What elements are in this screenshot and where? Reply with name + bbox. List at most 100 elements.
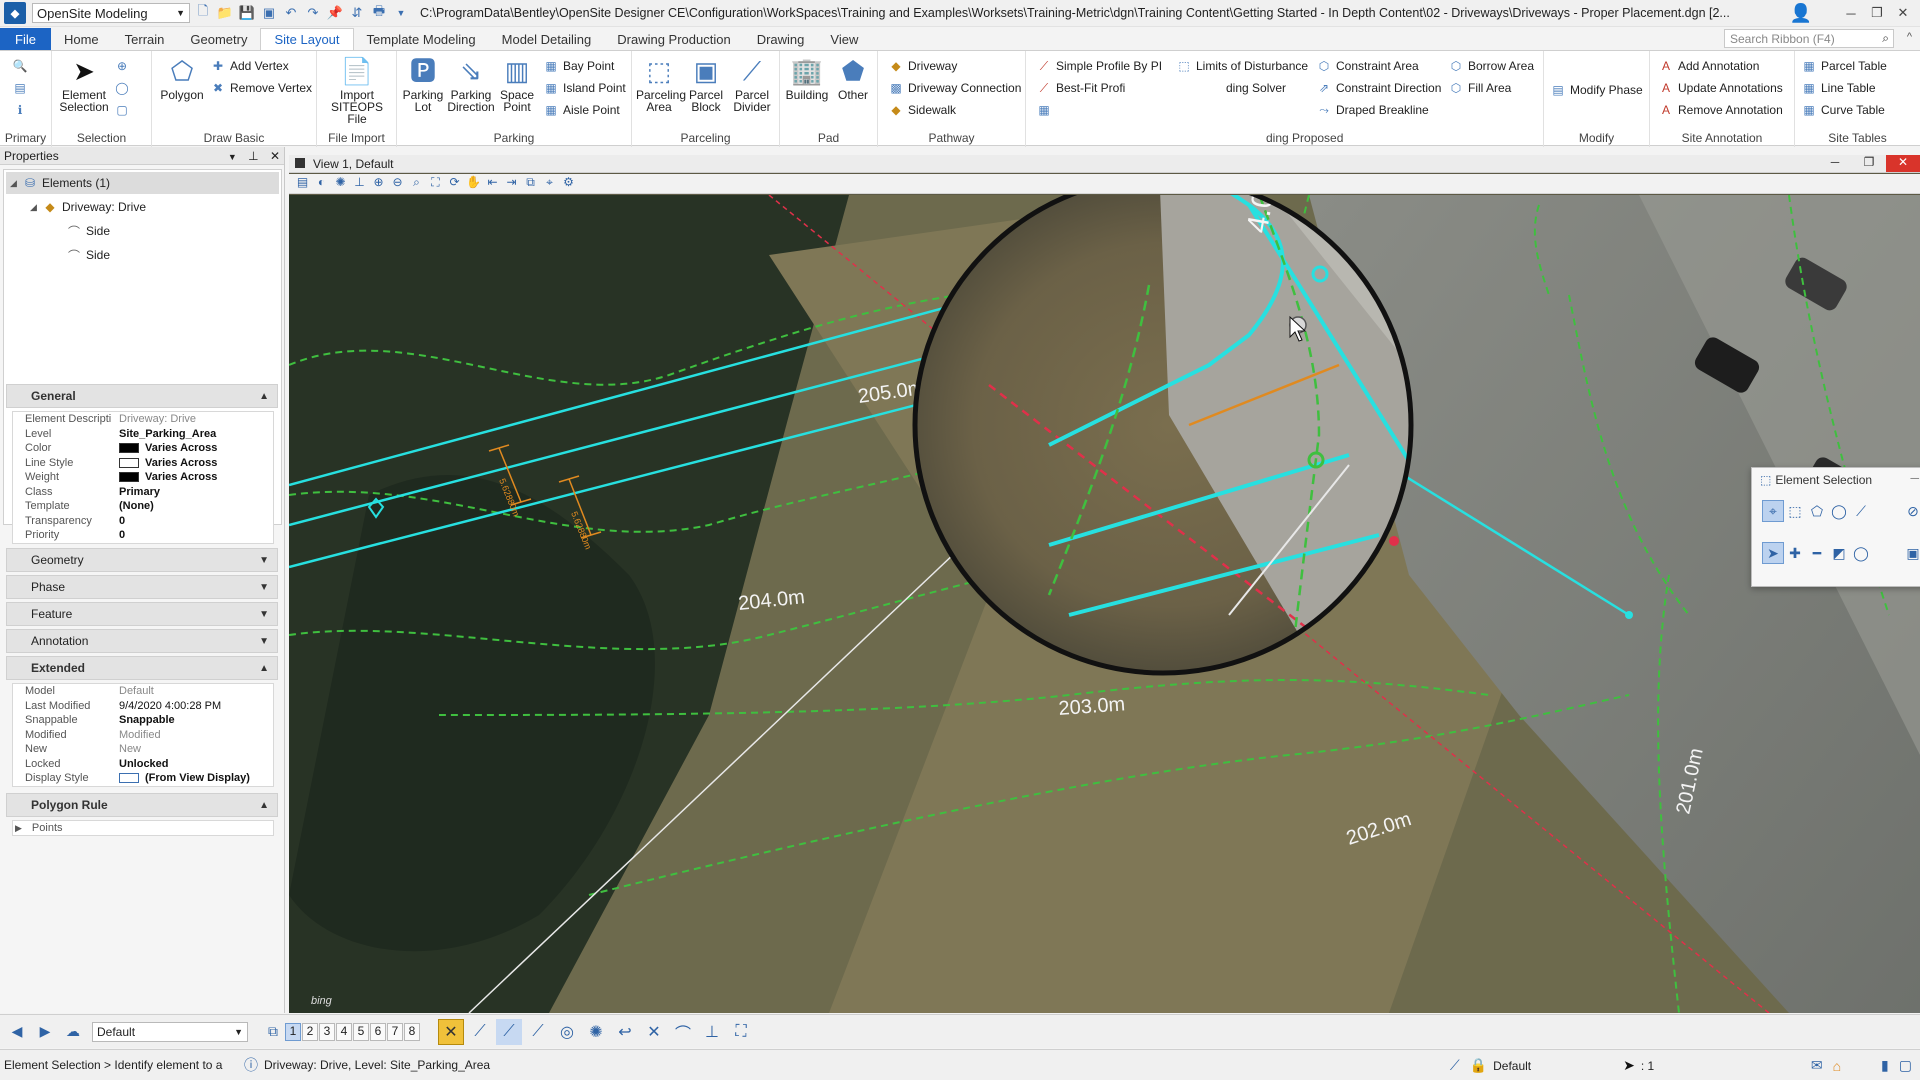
line-method-icon[interactable]: ⟋ xyxy=(1850,500,1872,522)
tab-file[interactable]: File xyxy=(0,28,51,50)
close-icon[interactable]: ✕ xyxy=(1890,5,1916,21)
select-target-icon[interactable]: ⊕ xyxy=(114,57,134,75)
home-icon[interactable]: ⌂ xyxy=(1833,1058,1841,1074)
view-button-1[interactable]: 1 xyxy=(285,1022,301,1041)
constraint-area-button[interactable]: ⬡ Constraint Area xyxy=(1316,57,1419,75)
prop-row-template[interactable]: Template (None) xyxy=(13,499,273,514)
section-annotation-header[interactable]: Annotation ▼ xyxy=(6,629,278,653)
section-polygon-rule-header[interactable]: Polygon Rule ▲ xyxy=(6,793,278,817)
copy-view-icon[interactable]: ⧉ xyxy=(521,175,540,192)
view-button-7[interactable]: 7 xyxy=(387,1022,403,1041)
walk-icon[interactable]: ⚙ xyxy=(559,175,578,192)
pin-panel-icon[interactable]: ⊥ xyxy=(248,149,258,163)
snap-nearest-icon[interactable]: ⟋ xyxy=(496,1018,522,1045)
bay-point-button[interactable]: ▦ Bay Point xyxy=(543,57,614,75)
primary-props-icon[interactable]: ▤ xyxy=(12,79,32,97)
tab-site-layout[interactable]: Site Layout xyxy=(260,28,354,50)
accudraw-icon[interactable]: ⟋ xyxy=(1450,1057,1460,1074)
prop-row-locked[interactable]: Locked Unlocked xyxy=(13,757,273,772)
clear-mode-icon[interactable]: ◯ xyxy=(1850,542,1872,564)
pan-view-icon[interactable]: ✋ xyxy=(464,175,483,192)
dialog-minimize-icon[interactable]: ─ xyxy=(1910,471,1919,485)
snap-center-icon[interactable]: ◎ xyxy=(554,1019,580,1045)
lock-icon[interactable]: 🔒 xyxy=(1470,1057,1487,1074)
view-button-6[interactable]: 6 xyxy=(370,1022,386,1041)
draped-breakline-button[interactable]: ⤳ Draped Breakline xyxy=(1316,101,1429,119)
prop-row-display-style[interactable]: Display Style (From View Display) xyxy=(13,771,273,786)
minimize-icon[interactable]: ─ xyxy=(1838,6,1864,21)
parcel-divider-button[interactable]: ⟋ Parcel Divider xyxy=(728,55,776,113)
polygon-button[interactable]: ⬠ Polygon xyxy=(156,55,208,101)
fit-view-icon[interactable]: ⛶ xyxy=(426,175,445,192)
panel-icon[interactable]: ▮ xyxy=(1881,1057,1889,1074)
shape-method-icon[interactable]: ⬠ xyxy=(1806,500,1828,522)
view-groups-icon[interactable]: ⧉ xyxy=(262,1021,284,1043)
subtract-mode-icon[interactable]: ━ xyxy=(1806,542,1828,564)
forward-icon[interactable]: ▶ xyxy=(34,1021,56,1043)
line-table-button[interactable]: ▦ Line Table xyxy=(1801,79,1875,97)
section-general-header[interactable]: General ▲ xyxy=(6,384,278,408)
undo-icon[interactable]: ↶ xyxy=(282,4,300,22)
model-select[interactable]: Default ▼ xyxy=(92,1021,248,1042)
user-account-icon[interactable]: 👤 xyxy=(1790,3,1812,24)
modify-phase-button[interactable]: ▤ Modify Phase xyxy=(1550,81,1642,99)
tab-model-detailing[interactable]: Model Detailing xyxy=(489,28,605,50)
tab-drawing-production[interactable]: Drawing Production xyxy=(604,28,743,50)
restore-icon[interactable]: ❐ xyxy=(1864,5,1890,21)
tree-item-side[interactable]: ⌒ Side xyxy=(66,244,110,266)
view-button-3[interactable]: 3 xyxy=(319,1022,335,1041)
ribbon-search-input[interactable]: Search Ribbon (F4) ⌕ xyxy=(1724,29,1894,48)
save-all-icon[interactable]: ▣ xyxy=(260,4,278,22)
app-logo-icon[interactable]: ◆ xyxy=(4,2,26,24)
prop-row-priority[interactable]: Priority 0 xyxy=(13,528,273,543)
prop-row-snappable[interactable]: Snappable Snappable xyxy=(13,713,273,728)
block-method-icon[interactable]: ⬚ xyxy=(1784,500,1806,522)
back-icon[interactable]: ◀ xyxy=(6,1021,28,1043)
active-level[interactable]: Default xyxy=(1493,1059,1613,1073)
window-area-icon[interactable]: ⌕ xyxy=(407,175,426,192)
prop-row-transparency[interactable]: Transparency 0 xyxy=(13,514,273,529)
points-row[interactable]: ▶ Points xyxy=(12,820,274,836)
primary-info-icon[interactable]: ℹ xyxy=(12,101,32,119)
info-icon[interactable]: ⓘ xyxy=(244,1055,258,1075)
new-mode-icon[interactable]: ➤ xyxy=(1762,542,1784,564)
snap-origin-icon[interactable]: ✺ xyxy=(583,1019,609,1045)
lighting-icon[interactable]: ✺ xyxy=(331,175,350,192)
map-canvas[interactable]: 5.62880m 5.62880m 205.0m 204.0m 203.0m 2… xyxy=(289,195,1920,1013)
view-button-8[interactable]: 8 xyxy=(404,1022,420,1041)
primary-search-icon[interactable]: 🔍 xyxy=(12,57,32,75)
curve-table-button[interactable]: ▦ Curve Table xyxy=(1801,101,1885,119)
save-icon[interactable]: 💾 xyxy=(238,4,256,22)
prop-row-color[interactable]: Color Varies Across xyxy=(13,441,273,456)
snap-toggle-icon[interactable]: ✕ xyxy=(438,1018,464,1045)
sync-icon[interactable]: ⇵ xyxy=(348,4,366,22)
aisle-point-button[interactable]: ▦ Aisle Point xyxy=(543,101,619,119)
building-button[interactable]: 🏢 Building xyxy=(782,55,832,101)
prop-row-weight[interactable]: Weight Varies Across xyxy=(13,470,273,485)
constraint-direction-button[interactable]: ⇗ Constraint Direction xyxy=(1316,79,1441,97)
grading-table-button[interactable]: ▦ xyxy=(1036,101,1056,119)
view-button-4[interactable]: 4 xyxy=(336,1022,352,1041)
sidewalk-button[interactable]: ◆ Sidewalk xyxy=(888,101,956,119)
other-pad-button[interactable]: ⬟ Other xyxy=(832,55,874,101)
snap-bisector-icon[interactable]: ↩ xyxy=(612,1019,638,1045)
redo-icon[interactable]: ↷ xyxy=(304,4,322,22)
simple-profile-button[interactable]: ⟋ Simple Profile By PI xyxy=(1036,57,1162,75)
parceling-area-button[interactable]: ⬚ Parceling Area xyxy=(636,55,686,113)
clip-volume-icon[interactable]: ⊥ xyxy=(350,175,369,192)
rotate-view-icon[interactable]: ⟳ xyxy=(445,175,464,192)
section-feature-header[interactable]: Feature ▼ xyxy=(6,602,278,626)
view-restore-icon[interactable]: ❐ xyxy=(1852,155,1886,172)
select-circle-icon[interactable]: ◯ xyxy=(114,79,134,97)
customize-qat-icon[interactable]: ▼ xyxy=(392,4,410,22)
add-annotation-button[interactable]: A Add Annotation xyxy=(1658,57,1759,75)
invert-mode-icon[interactable]: ◩ xyxy=(1828,542,1850,564)
snap-tangent-icon[interactable]: ⌒ xyxy=(670,1019,696,1045)
select-all-icon[interactable]: ▣ xyxy=(1902,542,1920,564)
add-vertex-button[interactable]: ✚ Add Vertex xyxy=(210,57,289,75)
tab-terrain[interactable]: Terrain xyxy=(112,28,178,50)
clear-selection-icon[interactable]: ⊘ xyxy=(1902,500,1920,522)
model-icon[interactable]: ☁ xyxy=(62,1021,84,1043)
close-panel-icon[interactable]: ✕ xyxy=(270,149,280,163)
limits-of-disturbance-button[interactable]: ⬚ Limits of Disturbance xyxy=(1176,57,1308,75)
